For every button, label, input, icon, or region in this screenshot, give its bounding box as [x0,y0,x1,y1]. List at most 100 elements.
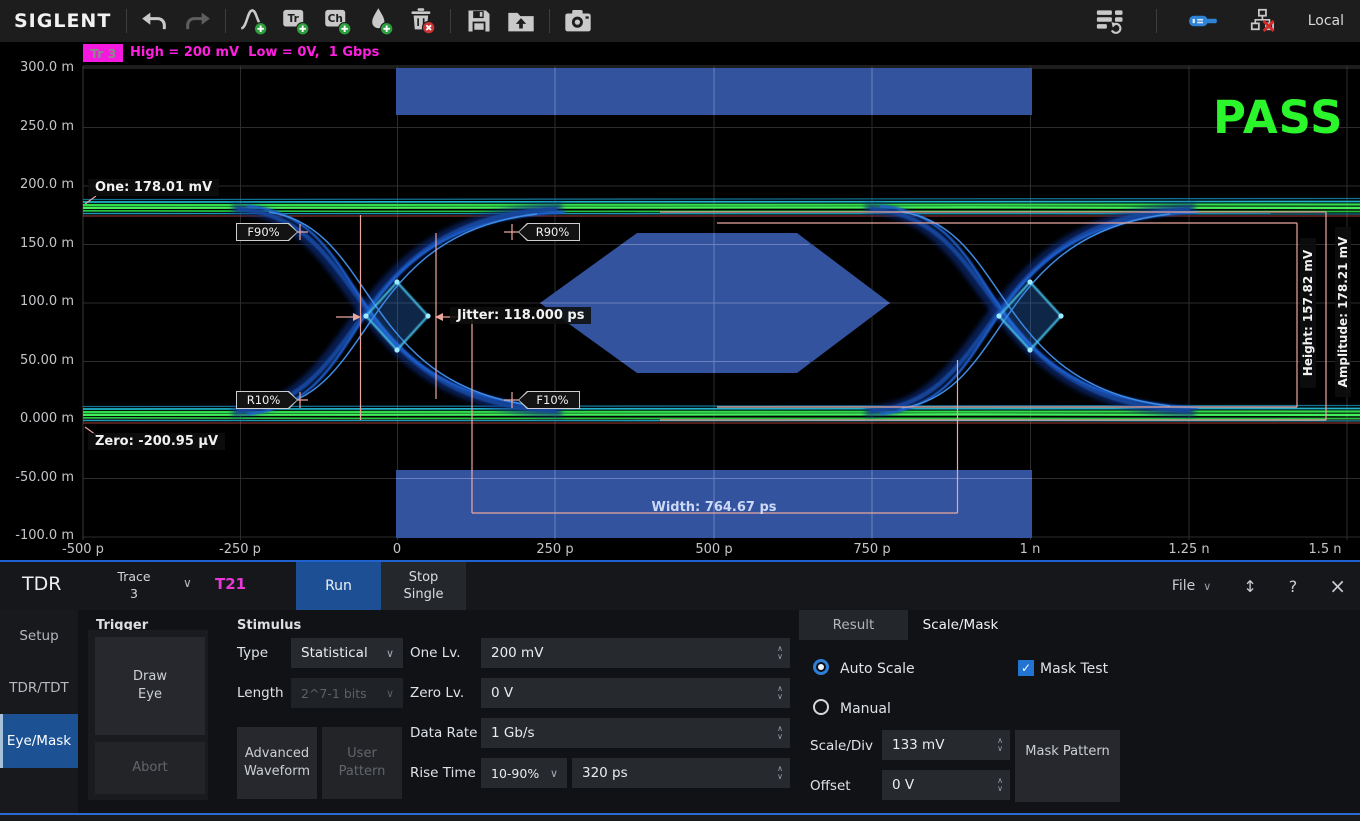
y-tick: 250.0 m [0,119,74,134]
x-tick: -500 p [48,542,118,557]
auto-scale-label[interactable]: Auto Scale [840,661,915,677]
screenshot-camera-icon[interactable] [560,5,596,37]
abort-button[interactable]: Abort [95,742,205,794]
redo-icon[interactable] [179,5,215,37]
run-button[interactable]: Run [296,562,381,610]
marker-tag-r90: R90% [518,223,580,241]
tdr-control-panel: TDR Trace 3 ∨ T21 Run StopSingle File ∨ … [0,560,1360,813]
eye-diagram-plot[interactable]: Tr 3 High = 200 mV Low = 0V, 1 Gbps PASS… [0,42,1360,560]
stimulus-group-label: Stimulus [237,618,301,633]
open-file-icon[interactable] [503,5,539,37]
mask-test-checkbox[interactable]: ✓ [1018,660,1034,676]
tab-result[interactable]: Result [799,610,908,640]
y-tick: 100.0 m [0,294,74,309]
y-tick: 200.0 m [0,177,74,192]
mask-test-pass-label: PASS [1213,91,1343,144]
x-tick: -250 p [205,542,275,557]
trace-name-label: T21 [215,575,246,593]
tr-glyph: Tr [288,13,300,25]
tab-setup[interactable]: Setup [0,614,78,658]
divider [225,9,226,33]
file-menu[interactable]: File ∨ [1172,578,1212,594]
delete-trash-icon[interactable] [404,5,440,37]
data-rate-input[interactable]: 1 Gb/s ∧∨ [481,718,790,748]
y-tick: -50.00 m [0,470,74,485]
app-window: SIGLENT Tr Ch [0,0,1360,821]
x-tick: 250 p [520,542,590,557]
add-trace-icon[interactable]: Tr [278,5,314,37]
y-tick: 300.0 m [0,60,74,75]
divider [126,9,127,33]
spin-down-icon[interactable]: ∨ [777,653,783,661]
x-tick: 1.25 n [1154,542,1224,557]
draw-eye-button[interactable]: DrawEye [95,637,205,735]
help-icon[interactable]: ? [1289,577,1298,596]
spin-down-icon[interactable]: ∨ [997,745,1003,753]
auto-scale-radio[interactable] [813,659,829,675]
add-waveform-icon[interactable] [236,5,272,37]
y-tick: 150.0 m [0,236,74,251]
manual-label[interactable]: Manual [840,701,891,717]
type-label: Type [237,645,268,661]
add-channel-icon[interactable]: Ch [320,5,356,37]
x-tick: 1 n [995,542,1065,557]
jitter-readout: Jitter: 118.000 ps [450,307,591,324]
close-icon[interactable]: × [1329,574,1346,598]
trace-badge[interactable]: Tr 3 [83,44,123,62]
y-tick: 50.00 m [0,353,74,368]
usb-host-icon[interactable] [1185,5,1221,37]
tab-scale-mask[interactable]: Scale/Mask [908,610,1013,640]
spin-down-icon[interactable]: ∨ [777,693,783,701]
x-tick: 1.5 n [1290,542,1360,557]
divider [549,9,550,33]
height-readout: Height: 157.82 mV [1300,238,1316,388]
zero-level-label: Zero Lv. [410,685,464,701]
trace-settings-label: High = 200 mV Low = 0V, 1 Gbps [130,45,379,60]
taskbar-edge [0,813,1360,821]
resize-panel-icon[interactable]: ↕ [1243,577,1256,596]
mask-pattern-button[interactable]: Mask Pattern [1015,730,1120,802]
rise-range-dropdown[interactable]: 10-90% ∨ [481,758,567,788]
scale-div-input[interactable]: 133 mV ∧∨ [882,730,1010,760]
display-settings-icon[interactable] [1092,5,1128,37]
panel-title: TDR [22,573,61,595]
mask-test-label[interactable]: Mask Test [1040,661,1108,677]
chevron-down-icon: ∨ [550,767,558,780]
x-tick: 750 p [837,542,907,557]
length-dropdown: 2^7-1 bits ∨ [291,678,403,708]
trace-selector[interactable]: Trace 3 [104,568,164,602]
type-dropdown[interactable]: Statistical ∨ [291,638,403,668]
advanced-waveform-button[interactable]: AdvancedWaveform [237,727,317,799]
chevron-down-icon: ∨ [386,687,394,700]
panel-header: TDR Trace 3 ∨ T21 Run StopSingle File ∨ … [0,562,1360,610]
rise-time-input[interactable]: 320 ps ∧∨ [572,758,790,788]
offset-input[interactable]: 0 V ∧∨ [882,770,1010,800]
sidebar-tabs: Setup TDR/TDT Eye/Mask [0,610,78,815]
x-tick: 500 p [679,542,749,557]
one-level-readout: One: 178.01 mV [88,179,219,196]
divider [450,9,451,33]
chevron-down-icon[interactable]: ∨ [183,576,192,590]
undo-icon[interactable] [137,5,173,37]
y-tick: 0.000 m [0,411,74,426]
add-marker-icon[interactable] [362,5,398,37]
save-icon[interactable] [461,5,497,37]
lan-disconnected-icon[interactable] [1245,5,1281,37]
tab-eye-mask[interactable]: Eye/Mask [0,714,78,768]
divider [1156,9,1157,33]
tab-tdr-tdt[interactable]: TDR/TDT [0,666,78,710]
marker-tag-f10: F10% [518,391,580,409]
plot-canvas[interactable] [0,42,1360,560]
spin-down-icon[interactable]: ∨ [777,773,783,781]
length-label: Length [237,685,284,701]
user-pattern-button[interactable]: UserPattern [322,727,402,799]
spin-down-icon[interactable]: ∨ [997,785,1003,793]
spin-down-icon[interactable]: ∨ [777,733,783,741]
local-status-label[interactable]: Local [1308,13,1344,29]
stop-single-button[interactable]: StopSingle [381,562,466,610]
manual-radio[interactable] [813,699,829,715]
one-level-input[interactable]: 200 mV ∧∨ [481,638,790,668]
offset-label: Offset [810,778,851,794]
zero-level-readout: Zero: -200.95 µV [88,433,225,450]
zero-level-input[interactable]: 0 V ∧∨ [481,678,790,708]
